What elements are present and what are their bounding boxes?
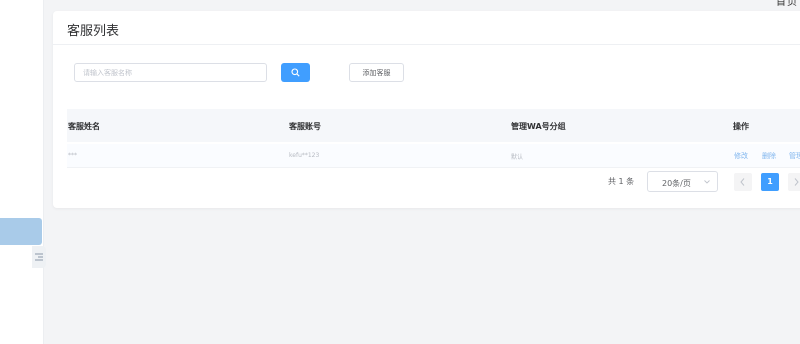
column-header-name: 客服姓名 <box>68 122 100 131</box>
page-number-current[interactable]: 1 <box>761 173 779 191</box>
chevron-down-icon <box>704 180 710 184</box>
sidebar-active-item[interactable] <box>0 218 42 245</box>
column-header-group: 管理WA号分组 <box>511 122 566 131</box>
edit-link[interactable]: 修改 <box>734 151 748 161</box>
manage-link[interactable]: 管理 <box>789 151 800 161</box>
table-header: 客服姓名 客服账号 管理WA号分组 操作 <box>67 109 800 142</box>
chevron-right-icon <box>794 178 799 186</box>
pagination-total: 共 1 条 <box>608 177 635 186</box>
delete-link[interactable]: 删除 <box>762 151 776 161</box>
search-input[interactable] <box>74 63 267 82</box>
prev-page-button[interactable] <box>734 173 752 191</box>
page-title: 客服列表 <box>67 24 120 39</box>
table-row: *** kefu**123 默认 修改 删除 管理 <box>67 144 800 168</box>
menu-fold-icon <box>35 253 43 261</box>
customer-service-card: 客服列表 添加客服 客服姓名 客服账号 管理WA号分组 操作 *** kefu*… <box>53 11 800 208</box>
next-page-button[interactable] <box>788 173 800 191</box>
breadcrumb-home[interactable]: 首页 <box>776 0 798 8</box>
search-button[interactable] <box>281 63 310 82</box>
cell-name: *** <box>68 152 77 159</box>
column-header-account: 客服账号 <box>289 122 321 131</box>
chevron-left-icon <box>740 178 745 186</box>
sidebar <box>0 0 46 344</box>
search-icon <box>291 68 300 77</box>
cell-account: kefu**123 <box>289 152 320 159</box>
column-header-actions: 操作 <box>733 122 749 131</box>
add-customer-service-button[interactable]: 添加客服 <box>349 63 404 82</box>
page-size-value: 20条/页 <box>662 179 691 188</box>
sidebar-collapse-toggle[interactable] <box>32 246 46 268</box>
cell-group: 默认 <box>511 154 524 161</box>
page-size-select[interactable]: 20条/页 <box>647 171 718 192</box>
divider <box>53 44 800 45</box>
